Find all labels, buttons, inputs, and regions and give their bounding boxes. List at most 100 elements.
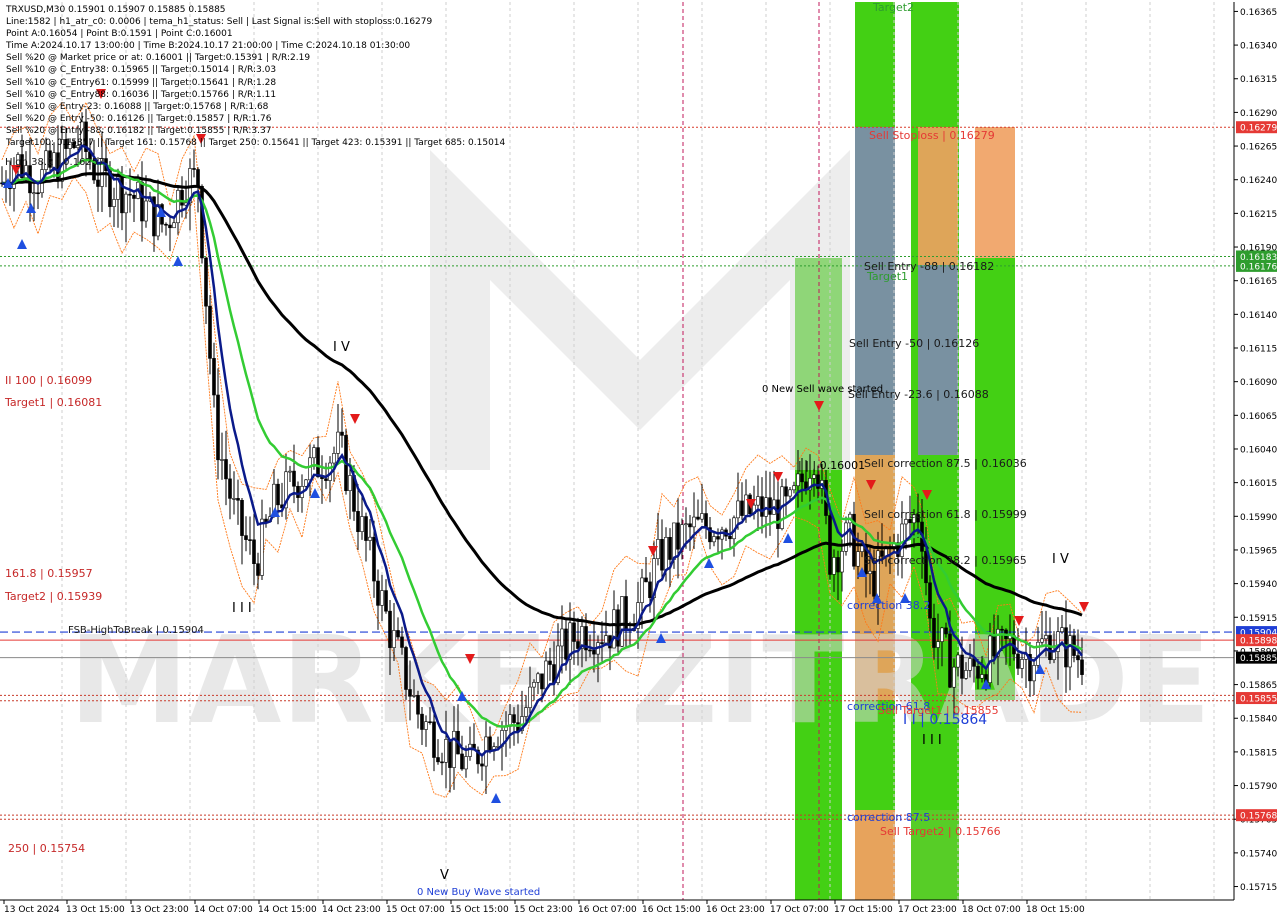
candle-body (796, 473, 800, 487)
price-tick-label: 0.16140 (1240, 311, 1277, 321)
candle-body (868, 570, 872, 575)
candle-body (220, 459, 224, 461)
candle-body (744, 494, 748, 516)
time-tick-label: 13 Oct 23:00 (130, 905, 189, 915)
candle-body (560, 628, 564, 647)
candle-body (776, 499, 780, 529)
candle-body (700, 513, 704, 520)
candle-body (312, 447, 316, 459)
header-line: Sell %20 @ Entry -88: 0.16182 || Target:… (6, 125, 272, 136)
price-tick-label: 0.16265 (1240, 143, 1277, 153)
candle-body (992, 635, 996, 657)
candle-body (96, 179, 100, 187)
candle-body (112, 199, 116, 207)
price-badge-label: 0.15885 (1240, 654, 1277, 664)
candle-body (172, 222, 176, 229)
price-tick-label: 0.15840 (1240, 715, 1277, 725)
candle-body (592, 649, 596, 655)
buy-arrow-icon (491, 793, 501, 803)
candle-body (648, 581, 652, 598)
candle-body (672, 522, 676, 560)
candle-body (800, 473, 804, 483)
candle-body (668, 537, 672, 560)
candle-body (1032, 665, 1036, 682)
level-label: II 100 | 0.16099 (5, 374, 92, 387)
price-badge-label: 0.16176 (1240, 262, 1277, 272)
header-line: Sell %20 @ Entry -50: 0.16126 || Target:… (6, 113, 272, 124)
header-line: TRXUSD,M30 0.15901 0.15907 0.15885 0.158… (6, 5, 226, 15)
candle-body (436, 757, 440, 763)
level-label: Sell correction 87.5 | 0.16036 (864, 457, 1027, 470)
candle-body (736, 500, 740, 519)
level-label: | | | 0.16001 (798, 459, 865, 472)
candle-body (140, 181, 144, 222)
candle-body (836, 557, 840, 573)
candle-body (1052, 651, 1056, 661)
level-label: Target2 (872, 1, 914, 14)
candle-body (244, 535, 248, 540)
candle-body (464, 756, 468, 770)
candle-body (340, 431, 344, 436)
candle-body (348, 475, 352, 491)
header-line: Point A:0.16054 | Point B:0.1591 | Point… (6, 29, 233, 40)
header-line: Line:1582 | h1_atr_c0: 0.0006 | tema_h1_… (6, 17, 433, 28)
header-line: Sell %10 @ C_Entry88: 0.16036 || Target:… (6, 89, 277, 100)
sell-arrow-icon (1079, 602, 1089, 612)
time-tick-label: 18 Oct 07:00 (962, 905, 1021, 915)
candle-body (356, 511, 360, 532)
time-tick-label: 13 Oct 2024 (4, 905, 60, 915)
candle-body (460, 753, 464, 770)
level-label: correction 38.2 (847, 599, 930, 612)
candle-body (976, 666, 980, 679)
candle-body (420, 713, 424, 730)
level-label: Sell correction 61.8 | 0.15999 (864, 508, 1027, 521)
candle-body (368, 536, 372, 541)
candle-body (548, 660, 552, 665)
candle-body (332, 453, 336, 464)
candle-body (656, 539, 660, 559)
candle-body (588, 649, 592, 652)
zone-rect (975, 127, 1015, 258)
candle-body (740, 500, 744, 516)
candle-body (164, 223, 168, 226)
level-label: V (440, 868, 449, 883)
candle-body (444, 739, 448, 763)
candle-body (336, 431, 340, 454)
price-tick-label: 0.16115 (1240, 345, 1277, 355)
candle-body (524, 707, 528, 717)
candle-body (948, 633, 952, 688)
candle-body (192, 168, 196, 170)
price-badge-label: 0.15898 (1240, 637, 1277, 647)
candle-body (132, 194, 136, 199)
candle-body (388, 610, 392, 648)
candle-body (936, 641, 940, 648)
candle-body (688, 523, 692, 528)
sell-arrow-icon (350, 414, 360, 424)
header-line: Target100: 0.15857 || Target 161: 0.1576… (6, 138, 506, 149)
candle-body (564, 628, 568, 660)
candle-body (416, 695, 420, 715)
candle-body (180, 190, 184, 206)
level-label: Sell correction 38.2 | 0.15965 (864, 554, 1027, 567)
time-tick-label: 17 Oct 15:00 (834, 905, 893, 915)
candle-body (400, 636, 404, 648)
candle-body (452, 730, 456, 768)
candle-body (480, 763, 484, 767)
header-line: Time A:2024.10.17 13:00:00 | Time B:2024… (6, 41, 411, 52)
candle-body (308, 457, 312, 481)
candle-body (144, 200, 148, 222)
level-label: I V (333, 340, 350, 355)
candle-body (124, 193, 128, 214)
level-label: Sell Entry -50 | 0.16126 (849, 337, 979, 350)
candle-body (468, 743, 472, 757)
candle-body (600, 642, 604, 644)
candle-body (288, 470, 292, 473)
level-label: Target1 | 0.16081 (4, 396, 102, 409)
candle-body (216, 394, 220, 461)
candle-body (788, 489, 792, 497)
time-tick-label: 17 Oct 07:00 (770, 905, 829, 915)
candle-body (620, 596, 624, 647)
candle-body (1080, 659, 1084, 675)
buy-arrow-icon (17, 239, 27, 249)
candle-body (792, 485, 796, 491)
